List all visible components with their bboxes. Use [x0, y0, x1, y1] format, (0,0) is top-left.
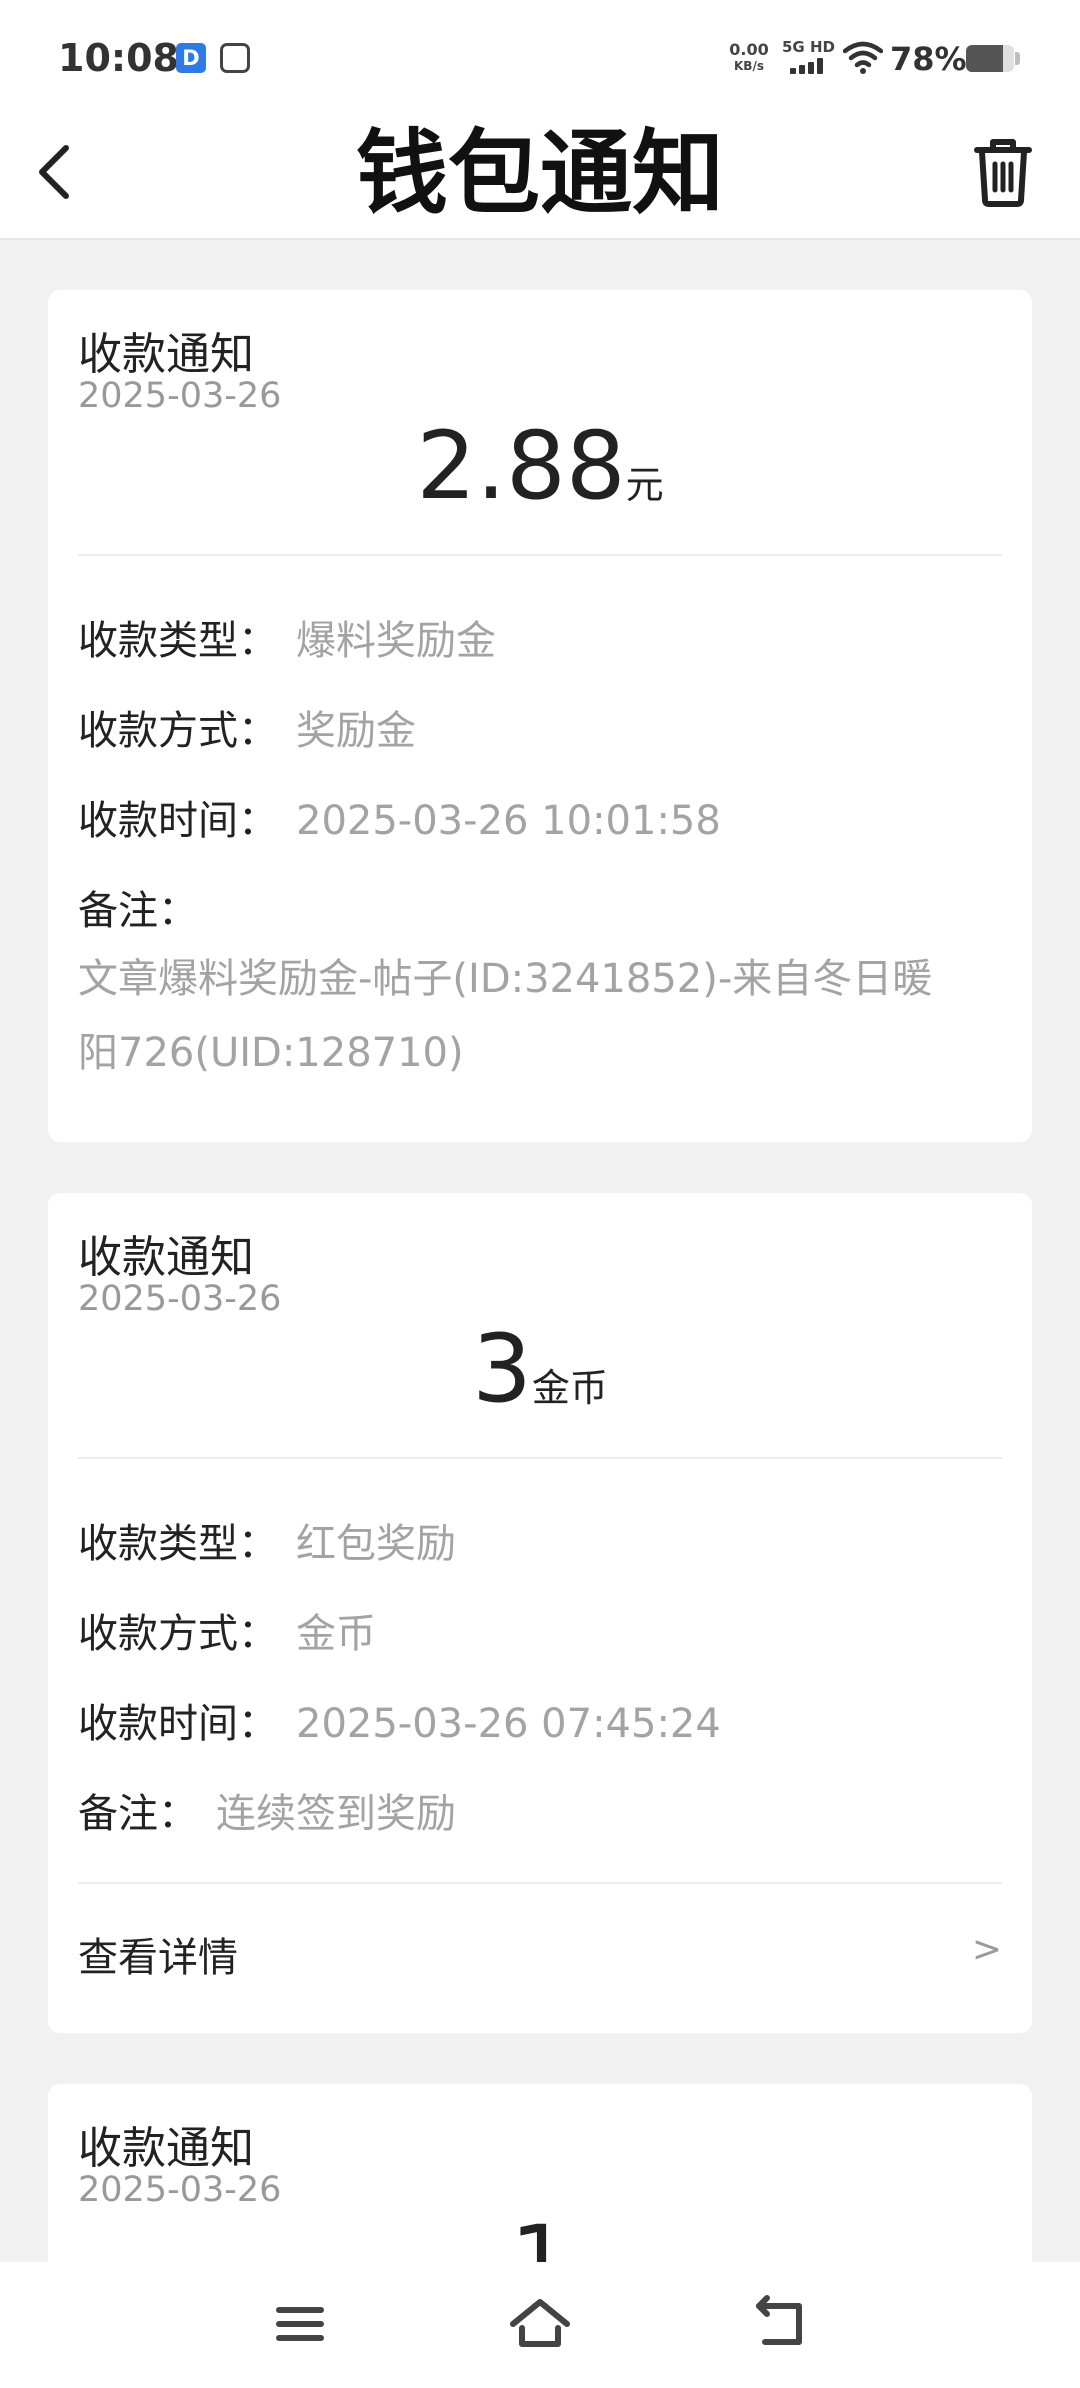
network-type-label: 5G HD: [782, 38, 835, 56]
signal-icon: [790, 58, 828, 74]
row-value: 2025-03-26 07:45:24: [296, 1701, 721, 1747]
gesture-notification-icon: [220, 43, 250, 73]
amount-unit: 元: [625, 463, 664, 507]
row-label: 收款时间：: [78, 1701, 278, 1747]
battery-fill: [966, 45, 1004, 72]
note-label: 备注：: [78, 888, 198, 934]
status-bar: 10:08 D 0.00 KB/s 5G HD 78%: [0, 0, 1080, 110]
note-row: 备注： 连续签到奖励: [78, 1781, 1002, 1839]
network-speed: 0.00 KB/s: [727, 41, 771, 75]
card-date: 2025-03-26: [78, 2170, 282, 2210]
chevron-right-icon[interactable]: >: [972, 1929, 1002, 1970]
back-icon[interactable]: [745, 2294, 815, 2354]
row-value: 金币: [296, 1611, 376, 1657]
app-notification-icon: D: [176, 43, 206, 73]
notification-card[interactable]: 收款通知 2025-03-26 3金币 收款类型： 红包奖励 收款方式： 金币 收款…: [48, 1193, 1032, 2033]
amount-value: 2.88: [416, 412, 626, 521]
battery-percent: 78%: [890, 40, 967, 78]
detail-row-time: 收款时间： 2025-03-26 10:01:58: [78, 788, 1002, 846]
amount: 2.88元: [48, 412, 1032, 521]
amount-value: 3: [472, 1315, 532, 1424]
row-label: 收款方式：: [78, 708, 278, 754]
detail-row-type: 收款类型： 红包奖励: [78, 1511, 1002, 1569]
detail-row-method: 收款方式： 金币: [78, 1601, 1002, 1659]
card-date: 2025-03-26: [78, 1279, 282, 1319]
row-value: 爆料奖励金: [296, 618, 496, 664]
page-title: 钱包通知: [355, 120, 724, 227]
note-row: 备注：: [78, 878, 1002, 936]
network-speed-unit: KB/s: [734, 59, 764, 73]
row-label: 收款方式：: [78, 1611, 278, 1657]
card-title: 收款通知: [78, 1232, 254, 1283]
trash-icon: [974, 139, 1032, 207]
card-title: 收款通知: [78, 329, 254, 380]
detail-row-method: 收款方式： 奖励金: [78, 698, 1002, 756]
detail-row-type: 收款类型： 爆料奖励金: [78, 608, 1002, 666]
wifi-icon: [843, 41, 883, 74]
note-text: 连续签到奖励: [216, 1791, 456, 1837]
row-label: 收款时间：: [78, 798, 278, 844]
battery-icon: [966, 45, 1014, 72]
header: 钱包通知: [0, 110, 1080, 240]
system-nav-bar: [0, 2262, 1080, 2388]
row-label: 收款类型：: [78, 1521, 278, 1567]
home-icon[interactable]: [505, 2294, 575, 2354]
note-label: 备注：: [78, 1791, 198, 1837]
row-value: 奖励金: [296, 708, 416, 754]
amount: 3金币: [48, 1315, 1032, 1424]
view-details-link[interactable]: 查看详情: [78, 1925, 238, 1983]
menu-icon[interactable]: [265, 2294, 335, 2354]
card-title: 收款通知: [78, 2123, 254, 2174]
battery-tip: [1015, 52, 1020, 65]
amount-unit: 金币: [531, 1366, 608, 1410]
delete-button[interactable]: [968, 132, 1038, 212]
row-value: 2025-03-26 10:01:58: [296, 798, 721, 844]
card-date: 2025-03-26: [78, 376, 282, 416]
divider: [78, 1882, 1002, 1884]
notification-card[interactable]: 收款通知 2025-03-26 2.88元 收款类型： 爆料奖励金 收款方式： 奖励…: [48, 290, 1032, 1142]
row-label: 收款类型：: [78, 618, 278, 664]
note-text: 文章爆料奖励金-帖子(ID:3241852)-来自冬日暖阳726(UID:128…: [78, 956, 933, 1076]
screen: 10:08 D 0.00 KB/s 5G HD 78% 钱包通知 收款通知 20…: [0, 0, 1080, 2388]
detail-row-time: 收款时间： 2025-03-26 07:45:24: [78, 1691, 1002, 1749]
divider: [78, 554, 1002, 556]
divider: [78, 1457, 1002, 1459]
network-speed-value: 0.00: [729, 40, 769, 59]
row-value: 红包奖励: [296, 1521, 456, 1567]
status-time: 10:08: [58, 36, 179, 80]
